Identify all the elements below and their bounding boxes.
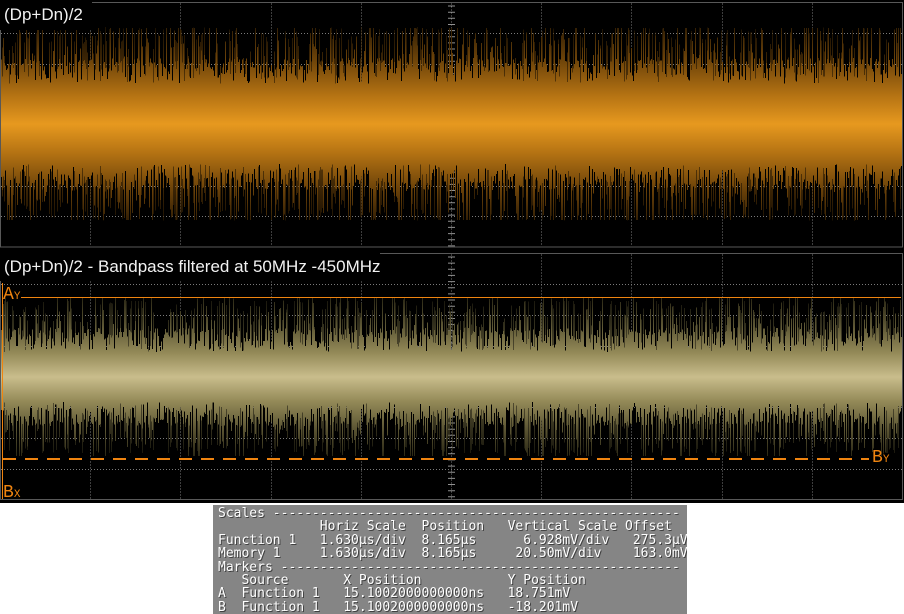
marker-ay-label: AY (3, 287, 20, 305)
panel2-title-text: (Dp+Dn)/2 - Bandpass filtered at 50MHz -… (4, 257, 381, 276)
bottom-strip: Scales ---------------------------------… (0, 503, 904, 614)
panel1-title-text: (Dp+Dn)/2 (4, 5, 83, 24)
measurements-panel: Scales ---------------------------------… (213, 505, 687, 614)
marker-by-label: BY (872, 450, 889, 468)
info-panel-text: Scales ---------------------------------… (213, 505, 687, 614)
panel1-title: (Dp+Dn)/2 (0, 0, 92, 30)
oscilloscope-screen: (Dp+Dn)/2 (Dp+Dn)/2 - Bandpass filtered … (0, 0, 904, 614)
panel2-title: (Dp+Dn)/2 - Bandpass filtered at 50MHz -… (0, 252, 380, 281)
marker-bx-label: BX (3, 485, 20, 503)
